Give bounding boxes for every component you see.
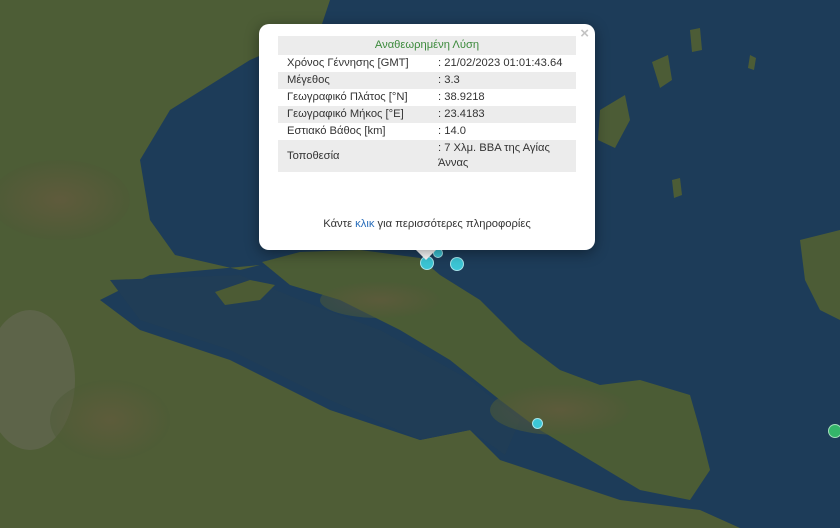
row-label: Χρόνος Γέννησης [GMT] [287, 57, 409, 69]
popup-title: Αναθεωρημένη Λύση [278, 36, 576, 55]
row-label: Εστιακό Βάθος [km] [287, 125, 386, 137]
row-value: : 23.4183 [432, 106, 576, 123]
row-label: Μέγεθος [278, 72, 432, 89]
more-info-prefix: Κάντε [323, 218, 356, 230]
more-info-line: Κάντε κλικ για περισσότερες πληροφορίες [259, 218, 595, 230]
row-value: : 7 Χλμ. ΒΒΑ της Αγίας Άννας [432, 140, 576, 172]
row-label: Γεωγραφικό Πλάτος [°N] [287, 91, 408, 103]
earthquake-info-table: Αναθεωρημένη Λύση Χρόνος Γέννησης [GMT] … [278, 36, 576, 172]
row-label: Τοποθεσία [278, 140, 432, 172]
row-value: : 3.3 [432, 72, 576, 89]
quake-marker[interactable] [450, 257, 464, 271]
more-info-link[interactable]: κλικ [355, 218, 374, 230]
more-info-suffix: για περισσότερες πληροφορίες [374, 218, 531, 230]
earthquake-info-popup: × Αναθεωρημένη Λύση Χρόνος Γέννησης [GMT… [259, 24, 595, 250]
row-label: Γεωγραφικό Μήκος [°E] [278, 106, 432, 123]
table-row: Χρόνος Γέννησης [GMT] : 21/02/2023 01:01… [278, 55, 576, 72]
popup-title-row: Αναθεωρημένη Λύση [278, 36, 576, 55]
table-row: Εστιακό Βάθος [km] : 14.0 [278, 123, 576, 140]
table-row: Γεωγραφικό Μήκος [°E] : 23.4183 [278, 106, 576, 123]
table-row: Γεωγραφικό Πλάτος [°N] : 38.9218 [278, 89, 576, 106]
small-island [690, 28, 702, 52]
row-value: : 38.9218 [438, 91, 485, 103]
row-value: : 14.0 [438, 125, 466, 137]
row-value: : 21/02/2023 01:01:43.64 [438, 57, 563, 69]
table-row: Τοποθεσία : 7 Χλμ. ΒΒΑ της Αγίας Άννας [278, 140, 576, 172]
close-icon[interactable]: × [580, 26, 589, 42]
table-row: Μέγεθος : 3.3 [278, 72, 576, 89]
quake-marker[interactable] [828, 424, 840, 438]
quake-marker[interactable] [532, 418, 543, 429]
